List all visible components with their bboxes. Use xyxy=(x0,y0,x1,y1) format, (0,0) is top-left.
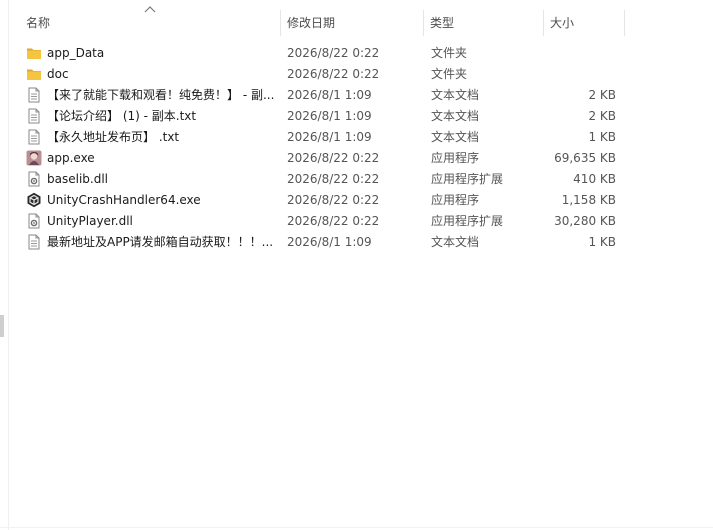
folder-icon xyxy=(26,64,44,85)
dll-icon xyxy=(26,211,44,232)
column-header-name[interactable]: 名称 xyxy=(20,10,281,36)
file-type: 应用程序扩展 xyxy=(431,214,504,228)
column-header-type[interactable]: 类型 xyxy=(424,10,544,36)
file-size: 410 KB xyxy=(573,172,616,186)
navigation-scrollbar-thumb[interactable] xyxy=(0,315,4,337)
file-row[interactable]: UnityCrashHandler64.exe 2026/8/22 0:22 应用程… xyxy=(20,190,620,211)
file-type: 文本文档 xyxy=(431,130,480,144)
file-modified-date: 2026/8/22 0:22 xyxy=(287,193,380,207)
column-header-size[interactable]: 大小 xyxy=(544,10,624,36)
file-name[interactable]: doc xyxy=(47,64,277,85)
file-row[interactable]: 【论坛介绍】 (1) - 副本.txt 2026/8/1 1:09 文本文档 2 KB xyxy=(20,106,620,127)
text-file-icon xyxy=(26,232,44,253)
file-name[interactable]: app_Data xyxy=(47,43,277,64)
file-type: 文件夹 xyxy=(431,67,468,81)
file-size: 2 KB xyxy=(588,88,616,102)
unity-icon xyxy=(26,190,44,211)
file-type: 文本文档 xyxy=(431,109,480,123)
column-header-bar: 名称 修改日期 类型 大小 xyxy=(20,6,626,38)
file-size xyxy=(540,43,616,64)
column-header-date[interactable]: 修改日期 xyxy=(281,10,424,36)
file-type: 应用程序扩展 xyxy=(431,172,504,186)
file-size: 2 KB xyxy=(588,109,616,123)
file-name[interactable]: 【论坛介绍】 (1) - 副本.txt xyxy=(47,106,277,127)
file-modified-date: 2026/8/22 0:22 xyxy=(287,67,380,81)
file-name[interactable]: 最新地址及APP请发邮箱自动获取！！！... xyxy=(47,232,277,253)
file-row[interactable]: 最新地址及APP请发邮箱自动获取！！！... 2026/8/1 1:09 文本文档 1… xyxy=(20,232,620,253)
file-name[interactable]: 【永久地址发布页】 .txt xyxy=(47,127,277,148)
file-size: 30,280 KB xyxy=(554,214,616,228)
file-type: 应用程序 xyxy=(431,151,480,165)
text-file-icon xyxy=(26,106,44,127)
file-modified-date: 2026/8/22 0:22 xyxy=(287,172,380,186)
file-name[interactable]: 【来了就能下载和观看！纯免费！】 - 副... xyxy=(47,85,277,106)
file-modified-date: 2026/8/22 0:22 xyxy=(287,151,380,165)
file-row[interactable]: app_Data 2026/8/22 0:22 文件夹 xyxy=(20,43,620,64)
file-explorer-window: 名称 修改日期 类型 大小 app_Data 2026/8/22 0:22 文件夹 d… xyxy=(0,0,713,530)
window-bottom-border xyxy=(0,527,713,528)
file-size: 1 KB xyxy=(588,235,616,249)
file-name[interactable]: UnityCrashHandler64.exe xyxy=(47,190,277,211)
file-size: 1 KB xyxy=(588,130,616,144)
file-type: 文本文档 xyxy=(431,235,480,249)
file-row[interactable]: app.exe 2026/8/22 0:22 应用程序 69,635 KB xyxy=(20,148,620,169)
file-row[interactable]: 【来了就能下载和观看！纯免费！】 - 副... 2026/8/1 1:09 文本文档… xyxy=(20,85,620,106)
file-size: 69,635 KB xyxy=(554,151,616,165)
app-exe-icon xyxy=(26,148,44,169)
file-modified-date: 2026/8/22 0:22 xyxy=(287,214,380,228)
file-modified-date: 2026/8/1 1:09 xyxy=(287,88,372,102)
file-row[interactable]: doc 2026/8/22 0:22 文件夹 xyxy=(20,64,620,85)
file-row[interactable]: UnityPlayer.dll 2026/8/22 0:22 应用程序扩展 30,28… xyxy=(20,211,620,232)
file-type: 文本文档 xyxy=(431,88,480,102)
file-list: app_Data 2026/8/22 0:22 文件夹 doc 2026/8/22 0:… xyxy=(20,43,620,253)
file-type: 应用程序 xyxy=(431,193,480,207)
file-modified-date: 2026/8/1 1:09 xyxy=(287,235,372,249)
file-name[interactable]: baselib.dll xyxy=(47,169,277,190)
file-row[interactable]: baselib.dll 2026/8/22 0:22 应用程序扩展 410 KB xyxy=(20,169,620,190)
file-modified-date: 2026/8/22 0:22 xyxy=(287,46,380,60)
file-type: 文件夹 xyxy=(431,46,468,60)
folder-icon xyxy=(26,43,44,64)
dll-icon xyxy=(26,169,44,190)
navigation-pane-edge xyxy=(0,0,9,530)
file-size xyxy=(540,64,616,85)
column-header-end-divider xyxy=(624,10,625,36)
text-file-icon xyxy=(26,127,44,148)
file-size: 1,158 KB xyxy=(561,193,616,207)
file-name[interactable]: app.exe xyxy=(47,148,277,169)
file-modified-date: 2026/8/1 1:09 xyxy=(287,130,372,144)
text-file-icon xyxy=(26,85,44,106)
file-name[interactable]: UnityPlayer.dll xyxy=(47,211,277,232)
file-row[interactable]: 【永久地址发布页】 .txt 2026/8/1 1:09 文本文档 1 KB xyxy=(20,127,620,148)
file-modified-date: 2026/8/1 1:09 xyxy=(287,109,372,123)
